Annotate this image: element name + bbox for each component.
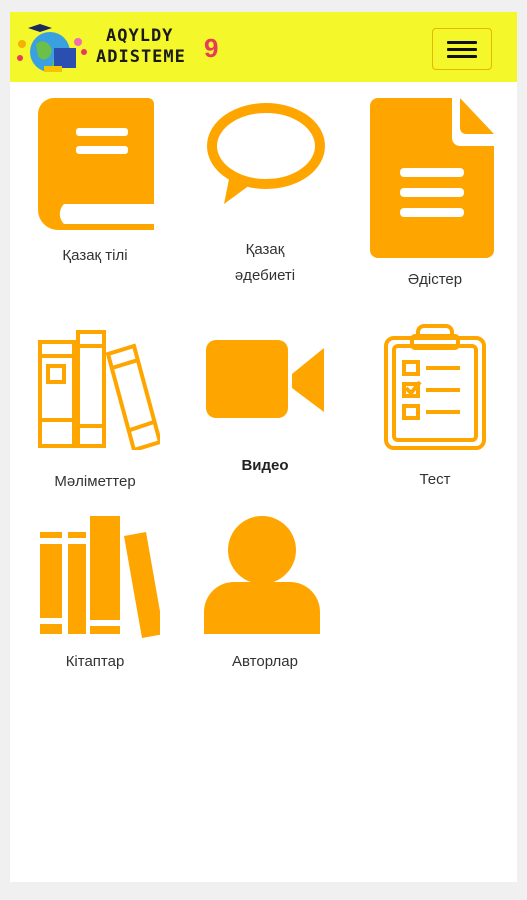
library-books-icon bbox=[40, 516, 160, 638]
brand-name: AQYLDY ADISTEME 9 bbox=[96, 26, 218, 68]
video-camera-icon bbox=[206, 340, 324, 418]
hamburger-menu-icon-bar bbox=[447, 55, 477, 58]
brand-line-1: AQYLDY bbox=[106, 26, 174, 46]
brand-number: 9 bbox=[204, 33, 220, 63]
site-logo[interactable]: AQYLDY ADISTEME 9 bbox=[14, 18, 234, 78]
tile-label-line-2: әдебиеті bbox=[234, 267, 296, 284]
tile-kazakh-literature[interactable]: Қазақ әдебиеті bbox=[190, 94, 340, 294]
tile-label: Видео bbox=[241, 457, 289, 474]
tile-video[interactable]: Видео bbox=[190, 334, 340, 484]
tile-label: Әдістер bbox=[407, 271, 463, 288]
tile-label: Қазақ bbox=[245, 241, 285, 258]
tile-methods[interactable]: Әдістер bbox=[360, 94, 510, 304]
tile-label: Тест bbox=[419, 471, 451, 488]
clipboard-checklist-icon bbox=[384, 324, 486, 450]
hamburger-menu-icon-bar bbox=[447, 48, 477, 51]
tile-label: Кітаптар bbox=[65, 653, 125, 670]
tile-label: Қазақ тілі bbox=[62, 247, 128, 264]
tile-label: Авторлар bbox=[232, 653, 298, 670]
tile-authors[interactable]: Авторлар bbox=[190, 516, 340, 676]
menu-toggle-button[interactable] bbox=[432, 28, 492, 70]
tile-information[interactable]: Мәліметтер bbox=[20, 326, 170, 490]
user-icon bbox=[204, 516, 320, 634]
hamburger-menu-icon bbox=[447, 41, 477, 44]
brand-line-2: ADISTEME bbox=[96, 47, 186, 67]
book-icon bbox=[38, 98, 154, 230]
speech-bubble-icon bbox=[207, 103, 325, 204]
books-icon bbox=[38, 330, 160, 450]
tile-test[interactable]: Тест bbox=[360, 324, 510, 488]
document-icon bbox=[370, 98, 494, 258]
app-frame: AQYLDY ADISTEME 9 Қазақ тілі Қазақ әдеби… bbox=[10, 12, 517, 882]
tile-label: Мәліметтер bbox=[54, 473, 136, 490]
tile-kazakh-language[interactable]: Қазақ тілі bbox=[20, 94, 170, 274]
tile-books[interactable]: Кітаптар bbox=[20, 516, 170, 676]
globe-logo-icon bbox=[17, 24, 87, 72]
top-navbar: AQYLDY ADISTEME 9 bbox=[10, 12, 517, 82]
